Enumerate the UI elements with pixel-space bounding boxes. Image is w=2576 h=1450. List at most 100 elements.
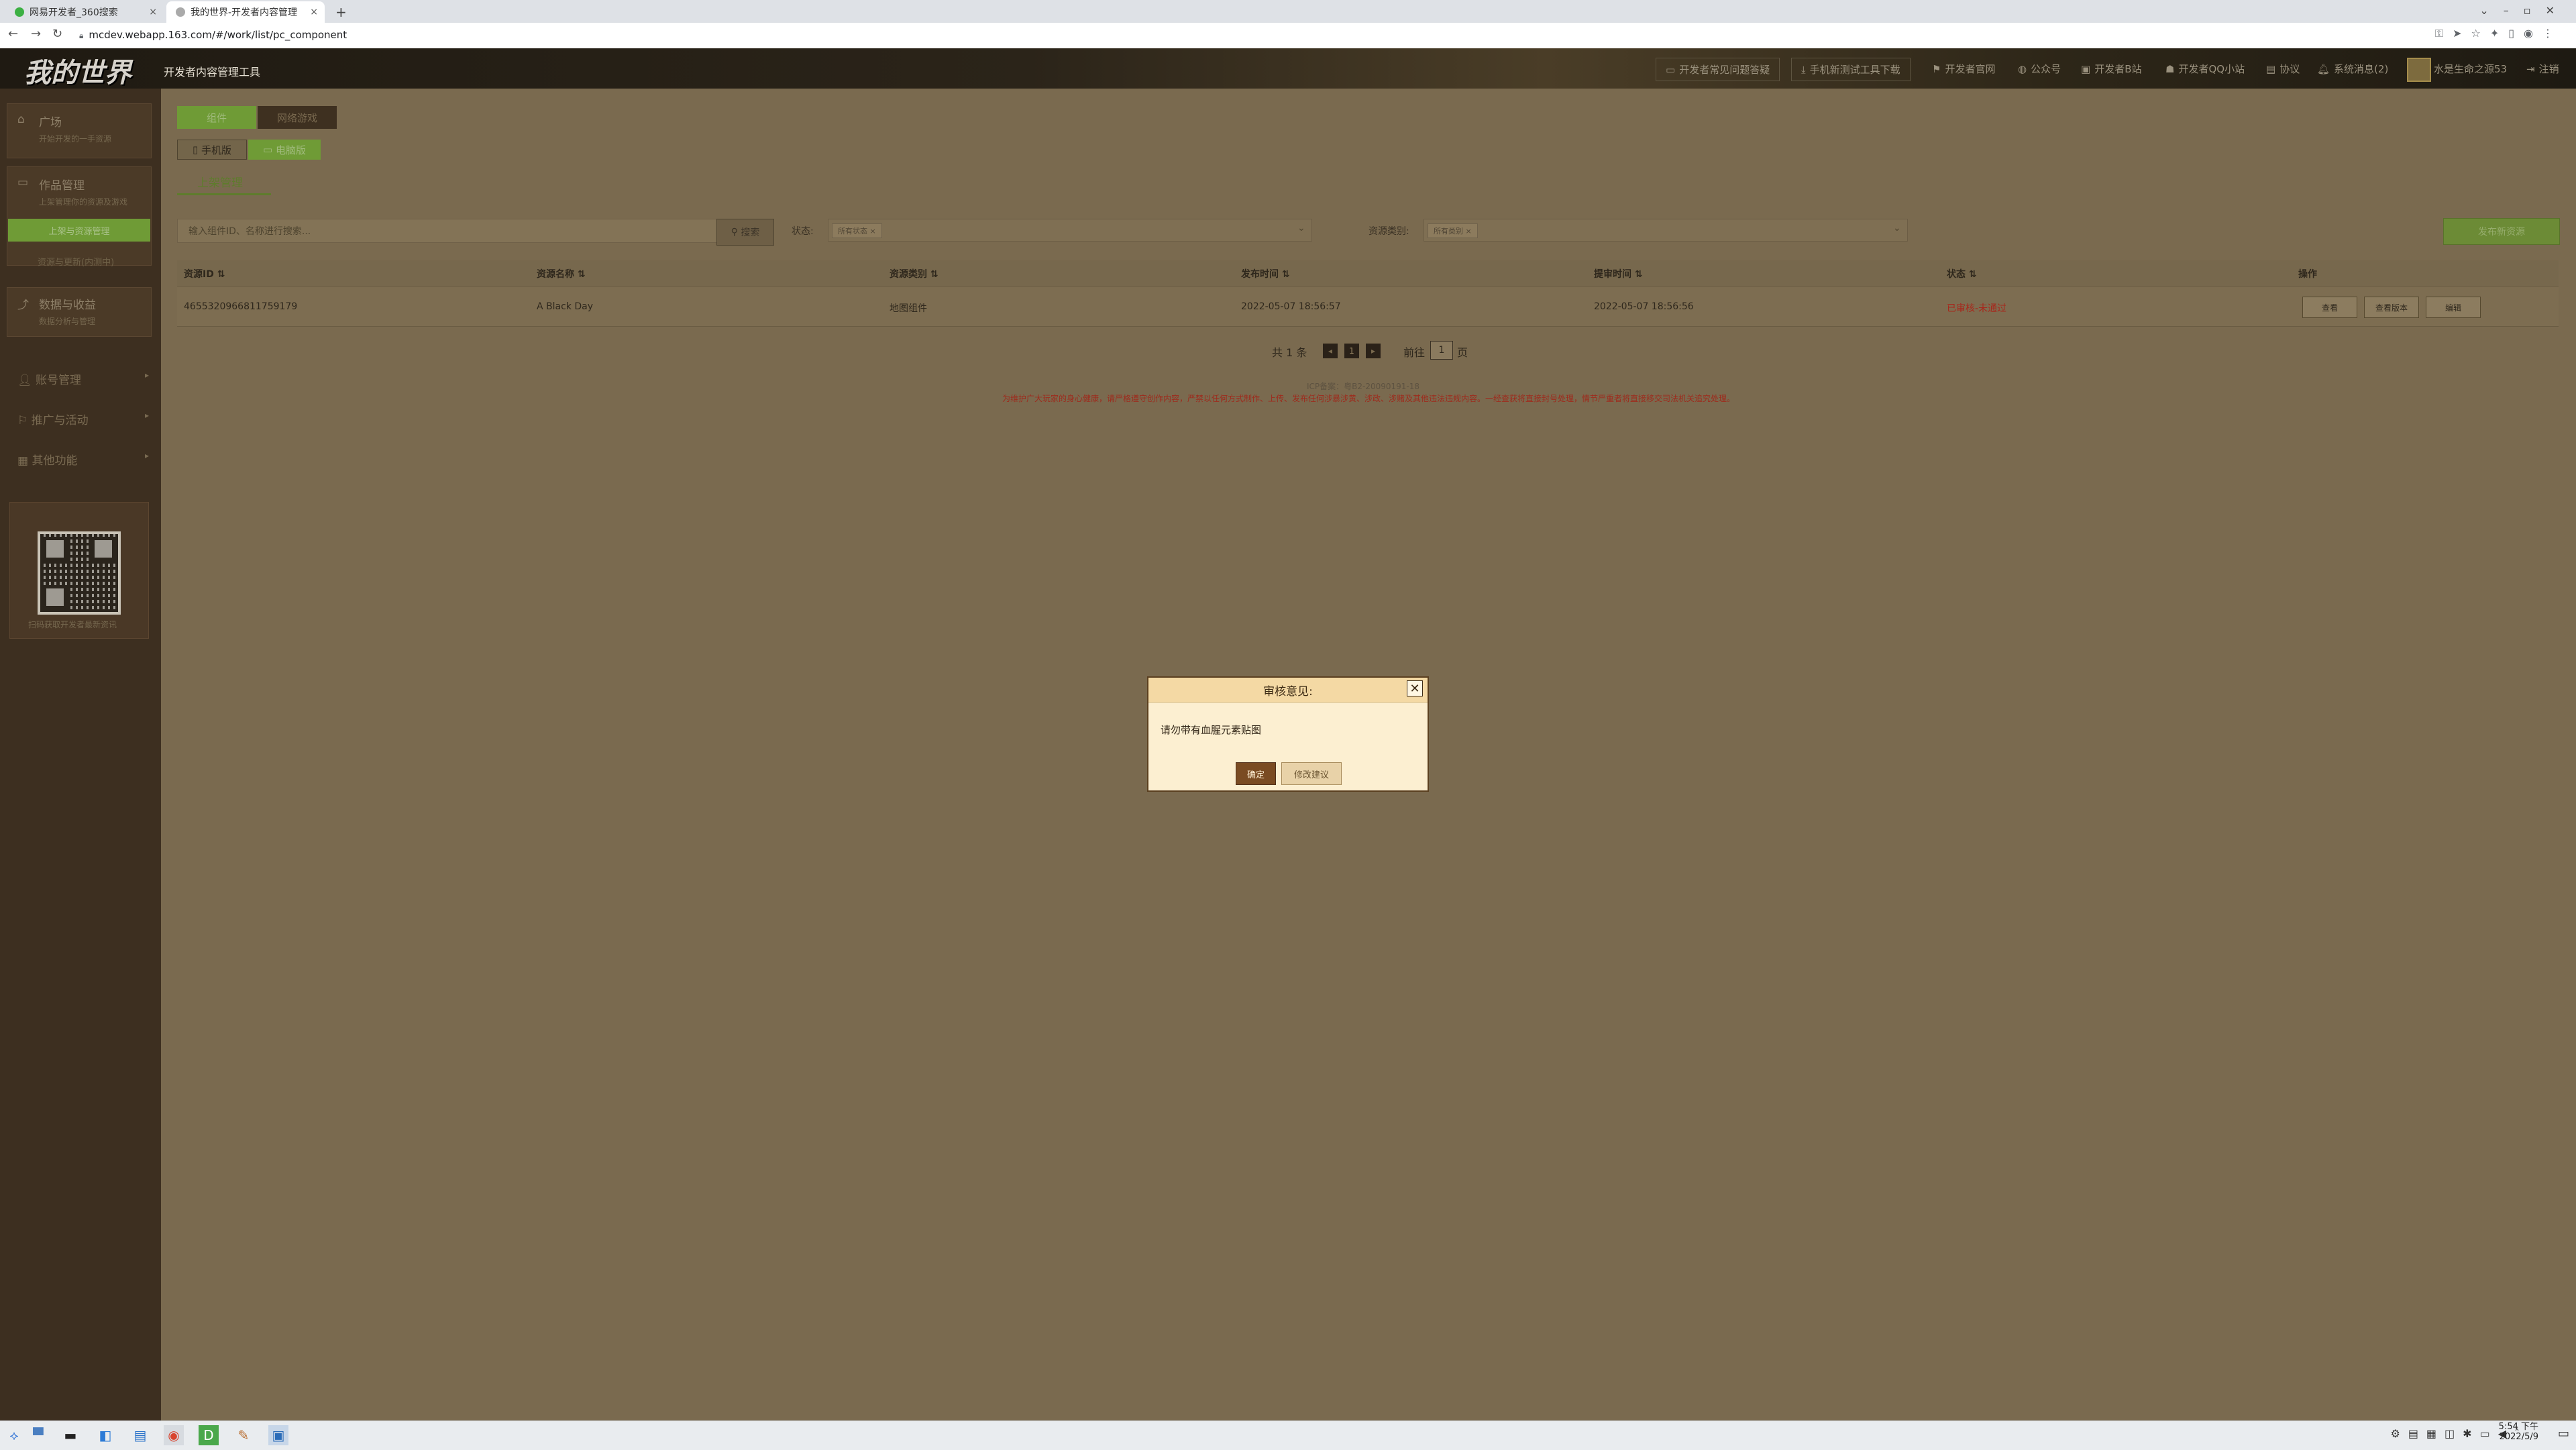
sidebar-works-title: 作品管理 [39, 179, 85, 193]
chat-icon: ▭ [1666, 63, 1676, 76]
system-messages-link[interactable]: 🔔︎ 系统消息(2) [2317, 62, 2388, 76]
lock-icon: 🔒︎ [79, 31, 84, 40]
tab-network-game[interactable]: 网络游戏 [258, 106, 337, 129]
bilibili-link[interactable]: ▣ 开发者B站 [2081, 62, 2141, 76]
download-icon: ⤓ [1801, 63, 1806, 76]
qr-finder [43, 585, 67, 609]
column-header-type[interactable]: 资源类别 ⇅ [890, 267, 938, 280]
test-tool-download-link[interactable]: ⤓ 手机新测试工具下载 [1791, 58, 1911, 81]
tool-icon[interactable]: ✎ [233, 1425, 254, 1445]
url-field[interactable]: 🔒︎ mcdev.webapp.163.com/#/work/list/pc_co… [79, 29, 347, 41]
cell-publish-time: 2022-05-07 18:56:57 [1241, 301, 1341, 312]
browser-tab-active[interactable]: 我的世界-开发者内容管理 × [166, 1, 325, 23]
minecraft-logo[interactable]: 我的世界 [24, 51, 131, 90]
tab-mobile[interactable]: ▯ 手机版 [177, 140, 247, 160]
start-menu-icon[interactable]: ⟡ [4, 1425, 24, 1445]
app-d-icon[interactable]: D [199, 1425, 219, 1445]
faq-link[interactable]: ▭ 开发者常见问题答疑 [1656, 58, 1780, 81]
browser-tab[interactable]: 网易开发者_360搜索 × [5, 1, 164, 23]
qq-link[interactable]: ☗ 开发者QQ小站 [2165, 62, 2245, 76]
column-header-id[interactable]: 资源ID ⇅ [184, 267, 225, 280]
tab-component[interactable]: 组件 [177, 106, 256, 129]
page-number[interactable]: 1 [1344, 344, 1359, 358]
view-versions-button[interactable]: 查看版本 [2364, 297, 2419, 318]
column-header-status[interactable]: 状态 ⇅ [1947, 267, 1977, 280]
wechat-link[interactable]: ◍ 公众号 [2018, 62, 2061, 76]
chrome-icon[interactable]: ◉ [164, 1425, 184, 1445]
desktop-icon[interactable]: ▀ [28, 1425, 48, 1445]
agreement-link[interactable]: ▤ 协议 [2266, 62, 2300, 76]
sidebar-works-subtitle: 上架管理你的资源及游戏 [39, 197, 128, 207]
sidebar-data-subtitle: 数据分析与管理 [39, 317, 96, 326]
tab-pc[interactable]: ▭ 电脑版 [248, 140, 321, 160]
status-chip[interactable]: 所有状态 × [832, 223, 882, 238]
folder-icon: ▭ [17, 176, 29, 189]
cell-resource-id: 4655320966811759179 [184, 301, 298, 312]
status-badge[interactable]: 已审核-未通过 [1947, 301, 2006, 315]
clock-date: 2022/5/9 [2499, 1432, 2538, 1442]
reload-icon[interactable]: ↻ [52, 27, 62, 41]
dev-site-link[interactable]: ⚑ 开发者官网 [1932, 62, 1995, 76]
icp-record[interactable]: ICP备案：粤B2-20090191-18 [1307, 380, 1419, 392]
tab-listing-management[interactable]: 上架管理 [197, 173, 243, 190]
column-header-review-time[interactable]: 提审时间 ⇅ [1594, 267, 1643, 280]
close-icon[interactable]: ✕ [1407, 680, 1423, 696]
qr-finder [91, 537, 115, 561]
clock[interactable]: 5:54 下午 2022/5/9 [2499, 1422, 2538, 1442]
cell-review-time: 2022-05-07 18:56:56 [1594, 301, 1694, 312]
logout-icon: ⇥ [2526, 62, 2535, 75]
close-tab-icon[interactable]: × [149, 7, 157, 17]
grid-icon: ▦ [17, 454, 29, 468]
store-icon[interactable]: ◧ [95, 1425, 115, 1445]
prev-page-icon[interactable]: ◂ [1323, 344, 1338, 358]
clock-time: 5:54 下午 [2498, 1422, 2538, 1432]
avatar[interactable] [2407, 58, 2431, 82]
confirm-button[interactable]: 确定 [1236, 762, 1276, 785]
user-icon: 👤︎ [17, 374, 32, 387]
app-icon[interactable]: ▣ [268, 1425, 288, 1445]
status-filter-label: 状态: [792, 226, 814, 237]
chevron-right-icon: ▸ [145, 370, 150, 380]
publish-new-resource-button[interactable]: 发布新资源 [2443, 218, 2560, 245]
back-icon[interactable]: ← [8, 27, 18, 41]
tv-icon: ▣ [2081, 62, 2091, 75]
type-select[interactable] [1424, 219, 1908, 242]
sidebar-item-account[interactable]: 👤︎ 账号管理 ▸ [17, 370, 152, 387]
column-header-name[interactable]: 资源名称 ⇅ [537, 267, 586, 280]
search-button[interactable]: ⚲ 搜索 [716, 219, 774, 246]
goto-page-input[interactable]: 1 [1430, 341, 1453, 360]
next-page-icon[interactable]: ▸ [1366, 344, 1381, 358]
view-button[interactable]: 查看 [2302, 297, 2357, 318]
modify-suggestion-button[interactable]: 修改建议 [1281, 762, 1342, 785]
terminal-icon[interactable]: ▬ [60, 1425, 80, 1445]
sidebar-item-other[interactable]: ▦ 其他功能 ▸ [17, 451, 152, 468]
edit-button[interactable]: 编辑 [2426, 297, 2481, 318]
home-icon: ⌂ [17, 113, 25, 126]
sidebar-item-promotion[interactable]: ⚐ 推广与活动 ▸ [17, 411, 152, 427]
column-header-actions: 操作 [2298, 269, 2317, 280]
sidebar-item-plaza[interactable] [7, 103, 152, 158]
page-favicon-icon [176, 7, 185, 17]
cell-resource-type: 地图组件 [890, 303, 927, 314]
table-row [177, 287, 2559, 327]
sidebar-item-listing-management[interactable]: 上架与资源管理 [8, 219, 150, 242]
type-chip[interactable]: 所有类别 × [1428, 223, 1478, 238]
notification-icon[interactable]: ▭ [2558, 1427, 2569, 1441]
forward-icon[interactable]: → [31, 27, 41, 41]
sidebar-item-resource-update[interactable]: 资源与更新(内测中) [38, 255, 114, 268]
search-input[interactable]: 输入组件ID、名称进行搜索... [177, 219, 718, 243]
qr-finder [43, 537, 67, 561]
browser-tabbar [0, 0, 2576, 23]
browser-extension-icons[interactable]: ⚿➤☆✦▯◉⋮ [2435, 27, 2563, 40]
taskbar [0, 1420, 2576, 1450]
status-select[interactable] [828, 219, 1312, 242]
search-icon: ⚲ [731, 227, 738, 238]
window-controls[interactable]: ⌄–▫✕ [2479, 4, 2569, 17]
user-name[interactable]: 水是生命之源53 [2434, 62, 2507, 76]
new-tab-button[interactable]: + [335, 4, 347, 20]
cell-resource-name: A Black Day [537, 301, 593, 312]
close-tab-icon[interactable]: × [310, 7, 318, 17]
files-icon[interactable]: ▤ [130, 1425, 150, 1445]
logout-link[interactable]: ⇥ 注销 [2526, 62, 2559, 76]
column-header-publish-time[interactable]: 发布时间 ⇅ [1241, 267, 1290, 280]
